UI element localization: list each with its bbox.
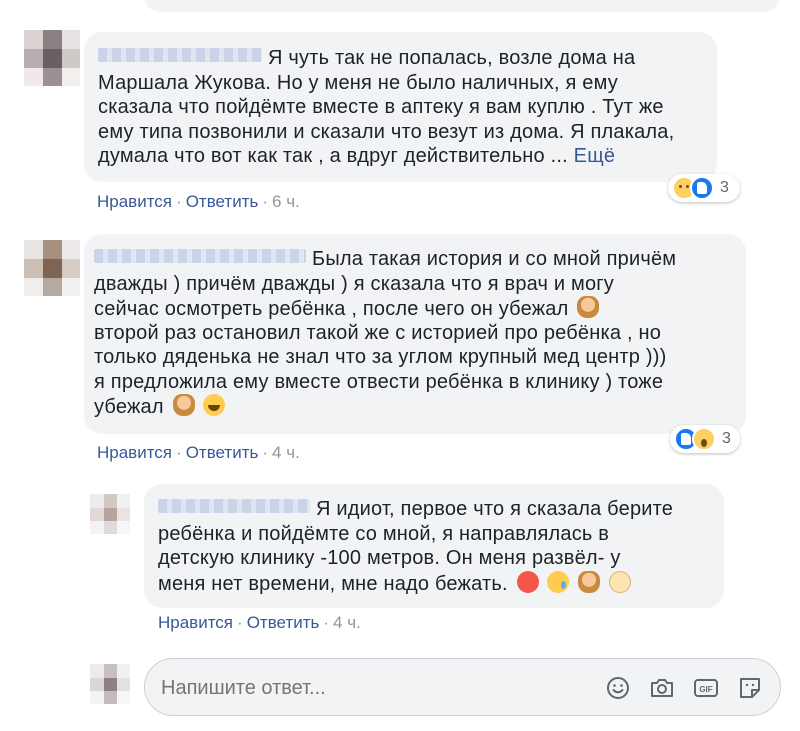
author-name-redacted[interactable] — [158, 499, 310, 513]
gif-icon[interactable]: GIF — [693, 675, 719, 701]
comment-actions: Нравится · Ответить · 4 ч. — [97, 443, 300, 463]
svg-text:GIF: GIF — [699, 685, 712, 694]
comment-text: Была такая история и со мной причём — [312, 248, 677, 270]
shocked-emoji-icon — [608, 570, 631, 593]
facepalm-emoji-icon — [578, 570, 601, 593]
comment-text: убежал — [94, 396, 164, 418]
reply-link[interactable]: Ответить — [186, 443, 259, 462]
comment-text: меня нет времени, мне надо бежать. — [158, 572, 508, 595]
comment-text: ребёнка и пойдёмте со мной, я направляла… — [158, 522, 610, 545]
comment-bubble: Была такая история и со мной причём дваж… — [84, 234, 746, 434]
separator: · — [237, 613, 243, 632]
comment-line: сейчас осмотреть ребёнка , после чего он… — [94, 296, 746, 321]
comment-line: Была такая история и со мной причём — [94, 247, 746, 272]
facepalm-emoji-icon — [172, 394, 195, 416]
comment-line: Я чуть так не попалась, возле дома на — [98, 46, 717, 71]
comment-line: убежал — [94, 394, 746, 419]
avatar[interactable] — [24, 240, 80, 296]
facepalm-emoji-icon — [577, 296, 600, 318]
sad-sweat-emoji-icon — [547, 570, 570, 593]
laughing-emoji-icon — [203, 394, 226, 416]
comment-text: второй раз остановил такой же с историей… — [94, 321, 662, 344]
comment-bubble: Я чуть так не попалась, возле дома на Ма… — [84, 32, 717, 182]
comment-text: Я идиот, первое что я сказала берите — [316, 498, 674, 520]
timestamp[interactable]: 6 ч. — [272, 192, 300, 211]
current-user-avatar[interactable] — [90, 664, 130, 704]
comment-text: сказала что пойдёмте вместе в аптеку я в… — [98, 96, 664, 118]
comment-line: Я идиот, первое что я сказала берите — [158, 497, 724, 522]
comment-text: Я чуть так не попалась, возле дома на — [268, 47, 636, 69]
comment-text: сейчас осмотреть ребёнка , после чего он… — [94, 298, 569, 320]
separator: · — [262, 192, 269, 211]
comment-text: Маршала Жукова. Но у меня не было наличн… — [98, 71, 618, 94]
like-link[interactable]: Нравится — [97, 443, 172, 462]
timestamp[interactable]: 4 ч. — [333, 613, 361, 632]
avatar[interactable] — [90, 494, 130, 534]
reply-composer: GIF — [144, 658, 781, 717]
reaction-count: 3 — [722, 430, 731, 447]
comment-text: детскую клинику -100 метров. Он меня раз… — [158, 547, 621, 569]
comment-actions: Нравится · Ответить · 6 ч. — [97, 192, 300, 212]
camera-icon[interactable] — [649, 675, 675, 701]
reaction-summary[interactable]: 3 — [668, 174, 740, 202]
separator: · — [176, 443, 182, 462]
reaction-count: 3 — [720, 179, 729, 196]
reply-bubble: Я идиот, первое что я сказала берите реб… — [144, 484, 724, 608]
reply-input[interactable] — [159, 659, 583, 717]
separator: · — [262, 443, 269, 462]
comment-text: я предложила ему вместе отвести ребёнка … — [94, 370, 664, 393]
like-link[interactable]: Нравится — [158, 613, 233, 632]
sticker-icon[interactable] — [737, 675, 763, 701]
comment-actions: Нравится · Ответить · 4 ч. — [158, 613, 361, 633]
like-reaction-icon — [690, 176, 714, 200]
comment-text: дважды ) причём дважды ) я сказала что я… — [94, 272, 614, 295]
previous-comment-bubble — [144, 0, 780, 12]
emoji-icon[interactable] — [605, 675, 631, 701]
reaction-summary[interactable]: 3 — [670, 425, 740, 453]
author-name-redacted[interactable] — [98, 48, 262, 62]
angry-emoji-icon — [516, 570, 539, 593]
timestamp[interactable]: 4 ч. — [272, 443, 300, 462]
comment-text: думала что вот как так , а вдруг действи… — [98, 145, 568, 167]
comment-text: только дяденька не знал что за углом кру… — [94, 346, 667, 368]
like-link[interactable]: Нравится — [97, 192, 172, 211]
separator: · — [176, 192, 182, 211]
reply-link[interactable]: Ответить — [186, 192, 259, 211]
comment-text: ему типа позвонили и сказали что везут и… — [98, 120, 675, 143]
avatar[interactable] — [24, 30, 80, 86]
see-more-link[interactable]: Ещё — [574, 145, 616, 167]
wow-reaction-icon — [692, 427, 716, 451]
comment-line: меня нет времени, мне надо бежать. — [158, 570, 724, 596]
separator: · — [323, 613, 330, 632]
reply-link[interactable]: Ответить — [247, 613, 320, 632]
comment-line: думала что вот как так , а вдруг действи… — [98, 144, 717, 169]
author-name-redacted[interactable] — [94, 249, 306, 263]
